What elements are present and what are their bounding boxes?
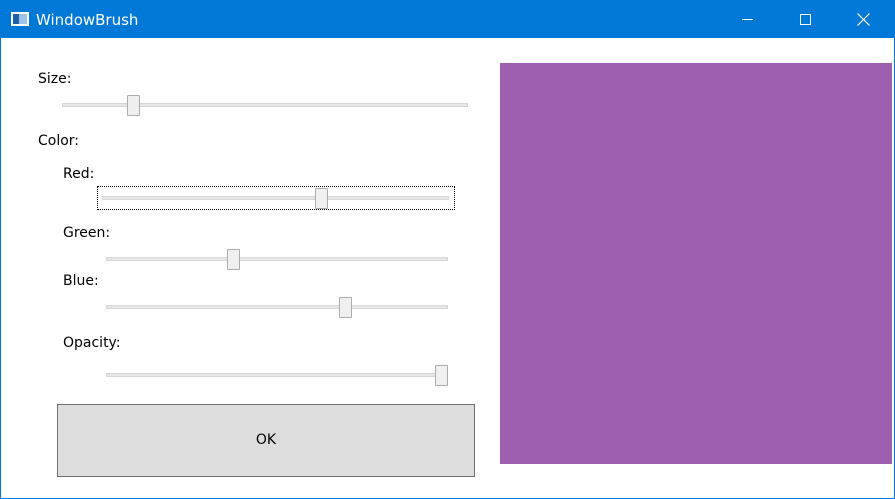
size-slider[interactable] (62, 95, 468, 116)
green-slider-thumb[interactable] (226, 249, 240, 270)
minimize-button[interactable] (718, 1, 776, 38)
color-label: Color: (38, 133, 80, 149)
minimize-icon (742, 19, 753, 20)
maximize-button[interactable] (776, 1, 834, 38)
green-slider-track[interactable] (106, 257, 448, 261)
blue-slider[interactable] (106, 297, 448, 318)
window-icon (11, 12, 29, 26)
size-label: Size: (38, 71, 72, 87)
opacity-label: Opacity: (63, 335, 121, 351)
red-label: Red: (63, 166, 95, 182)
title-bar[interactable]: WindowBrush (1, 1, 894, 38)
maximize-icon (800, 14, 811, 25)
red-slider-thumb[interactable] (314, 188, 328, 209)
size-slider-track[interactable] (62, 103, 468, 107)
close-icon (857, 13, 870, 26)
red-slider[interactable] (102, 188, 449, 209)
app-window: WindowBrush Size: Color: Red: Green: Blu… (0, 0, 895, 499)
blue-slider-thumb[interactable] (339, 297, 353, 318)
opacity-slider[interactable] (106, 365, 448, 386)
blue-slider-track[interactable] (106, 305, 448, 309)
opacity-slider-thumb[interactable] (435, 365, 448, 386)
green-label: Green: (63, 225, 111, 241)
red-slider-track[interactable] (102, 196, 449, 200)
close-button[interactable] (834, 1, 892, 38)
green-slider[interactable] (106, 249, 448, 270)
color-preview (500, 63, 892, 464)
ok-button[interactable]: OK (57, 404, 475, 477)
opacity-slider-track[interactable] (106, 373, 448, 377)
window-title: WindowBrush (36, 11, 139, 29)
blue-label: Blue: (63, 273, 99, 289)
size-slider-thumb[interactable] (127, 95, 141, 116)
